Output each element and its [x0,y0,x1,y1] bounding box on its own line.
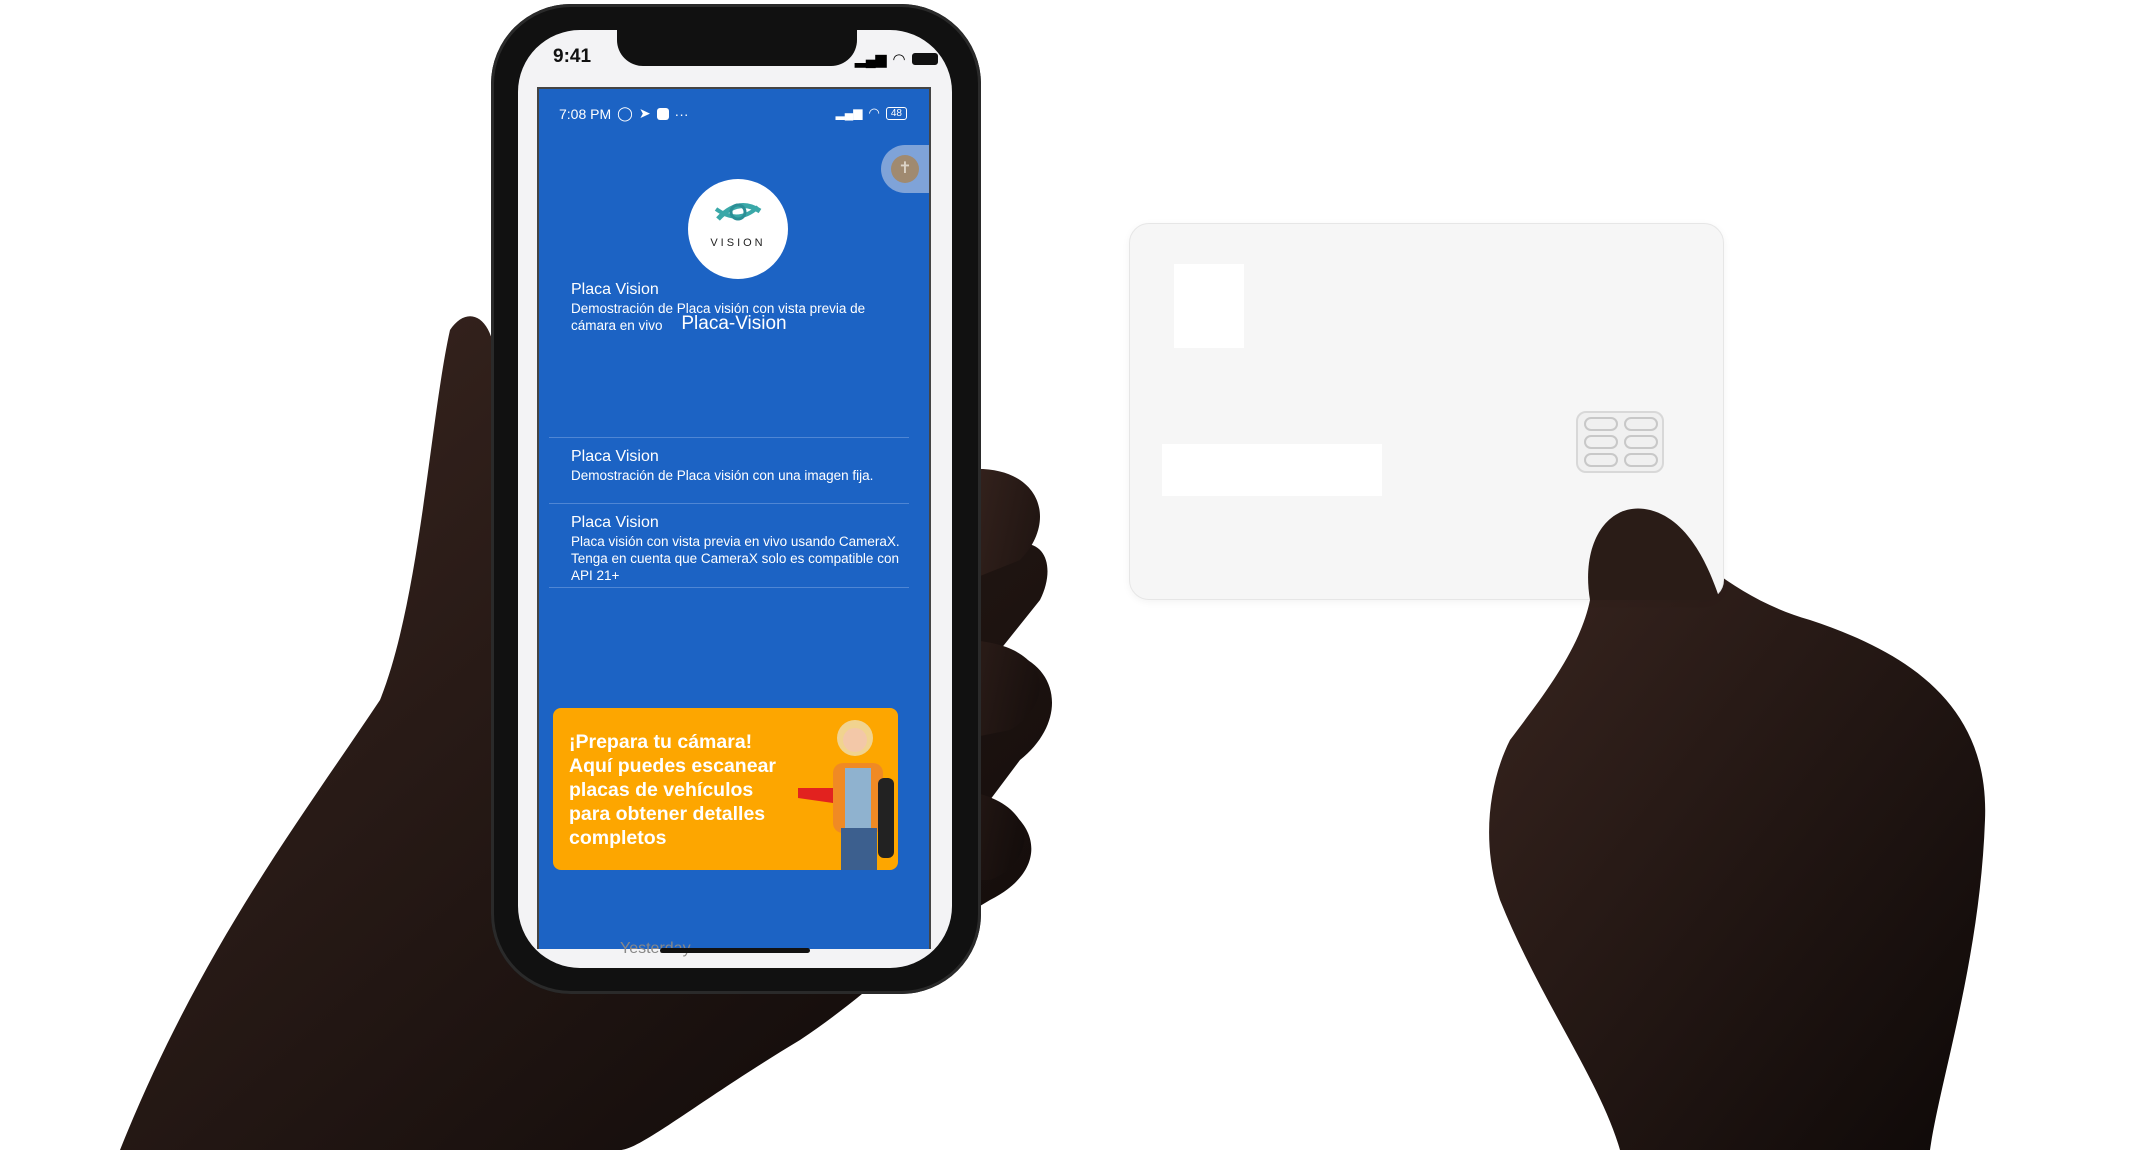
android-status-left: 7:08 PM ◯ ➤ ··· [559,105,689,122]
whatsapp-icon: ◯ [617,105,633,121]
eye-logo-icon [714,203,762,221]
signal-icon: ▂▄▆ [855,50,887,67]
accessibility-button[interactable]: ✝ [881,145,929,193]
ios-status-time: 9:41 [553,46,592,67]
menu-item-description: Demostración de Placa visión con una ima… [571,468,874,483]
app-screen: 7:08 PM ◯ ➤ ··· ▂▄▆ ◠ 48 ✝ VISION Placa-… [537,87,931,949]
banner-person-image [798,720,894,870]
ios-status-icons: ▂▄▆ ◠ [855,50,938,68]
android-status-right: ▂▄▆ ◠ 48 [836,105,907,121]
divider [549,503,909,504]
phone-notch [617,26,857,66]
menu-item-still-image[interactable]: Placa Vision Demostración de Placa visió… [571,447,911,484]
promo-banner[interactable]: ¡Prepara tu cámara! Aquí puedes escanear… [553,708,898,870]
android-signal-icon: ▂▄▆ [835,106,863,120]
battery-icon [911,53,938,65]
menu-item-camerax[interactable]: Placa Vision Placa visión con vista prev… [571,513,911,584]
more-notifications-icon: ··· [674,105,689,122]
app-logo: VISION [688,179,788,279]
menu-item-description: Demostración de Placa visión con vista p… [571,301,866,333]
card-logo-placeholder [1174,264,1244,348]
card-name-placeholder [1162,444,1382,496]
app-notification-icon [656,107,669,120]
menu-item-description: Placa visión con vista previa en vivo us… [571,534,900,583]
wifi-icon: ◠ [892,51,906,68]
android-battery-icon: 48 [885,106,907,120]
android-wifi-icon: ◠ [868,105,880,120]
telegram-icon: ➤ [638,105,651,121]
menu-item-title: Placa Vision [571,448,659,465]
home-indicator[interactable] [660,948,810,953]
logo-text: VISION [710,237,766,249]
divider [549,587,909,588]
menu-item-title: Placa Vision [571,514,659,531]
right-thumb [1588,508,1720,600]
banner-text: ¡Prepara tu cámara! Aquí puedes escanear… [569,731,776,849]
android-status-time: 7:08 PM [559,105,612,122]
menu-item-title: Placa Vision [571,281,659,298]
card-chip-icon [1576,411,1664,473]
divider [549,437,909,438]
accessibility-icon: ✝ [891,155,919,183]
menu-item-live-preview[interactable]: Placa Vision Demostración de Placa visió… [571,280,911,334]
hands-illustration [120,316,1986,1150]
